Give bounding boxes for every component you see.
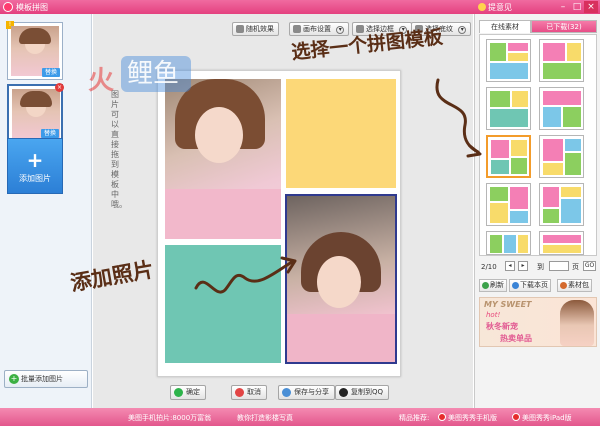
window-title: 模板拼图	[16, 3, 48, 12]
template-thumbnail[interactable]	[486, 231, 531, 255]
random-icon	[236, 25, 244, 33]
page-indicator: 2/10	[481, 263, 497, 271]
ok-label: 确定	[186, 388, 200, 396]
template-thumbnail[interactable]	[486, 183, 531, 226]
canvas-icon	[293, 25, 301, 33]
promo-headline: 秋冬新宠	[486, 322, 518, 331]
app-icon	[3, 2, 13, 12]
template-thumbnail[interactable]	[486, 87, 531, 130]
qq-icon	[339, 388, 348, 397]
save-icon	[282, 388, 291, 397]
download-page-label: 下载本页	[520, 281, 548, 289]
cancel-button[interactable]: 取消	[231, 385, 267, 400]
goto-suffix: 页	[572, 263, 579, 271]
download-icon	[512, 282, 519, 289]
batch-add-label: 批量添加图片	[21, 375, 63, 383]
check-icon	[174, 388, 183, 397]
status-bar: 美图手机拍片:8000万富翁 教你打造影楼写真 精品推荐: 美图秀秀手机版 美图…	[0, 408, 600, 426]
collage-cell-empty[interactable]	[165, 245, 281, 363]
material-pack-button[interactable]: 素材包	[557, 279, 592, 292]
template-thumbnail[interactable]	[539, 39, 584, 82]
status-promo-text[interactable]: 美图手机拍片:8000万富翁	[128, 413, 211, 423]
title-bar: 模板拼图 提意见 – □ ×	[0, 0, 600, 14]
save-share-label: 保存与分享	[294, 388, 329, 396]
watermark-logo-brand: 鲤鱼	[121, 56, 191, 92]
template-actions: 刷新 下载本页 素材包	[479, 279, 597, 293]
meitu-icon	[438, 413, 446, 421]
chevron-down-icon: ▾	[458, 26, 467, 34]
promo-hot-tag: hot!	[486, 311, 501, 319]
canvas-settings-label: 画布设置	[303, 25, 331, 33]
photo-face	[195, 107, 243, 163]
page-number-input[interactable]	[549, 261, 569, 271]
template-grid	[479, 34, 597, 256]
refresh-button[interactable]: 刷新	[479, 279, 507, 292]
cancel-label: 取消	[247, 388, 261, 396]
batch-add-photos-button[interactable]: + 批量添加图片	[4, 370, 88, 388]
random-effect-label: 随机效果	[246, 25, 274, 33]
copy-qq-label: 复制到QQ	[351, 388, 384, 396]
add-photo-label: 添加图片	[19, 174, 51, 183]
template-panel: 在线素材 已下载(32) 2/10 ◂ ▸ 到 页 GO 刷新 下载本页 素材包…	[474, 14, 600, 408]
template-thumbnail[interactable]	[486, 39, 531, 82]
link-mobile-version[interactable]: 美图秀秀手机版	[448, 413, 497, 423]
copy-to-qq-button[interactable]: 复制到QQ	[335, 385, 390, 400]
goto-prefix: 到	[537, 263, 544, 271]
minimize-button[interactable]: –	[556, 1, 570, 13]
collage-cell-empty[interactable]	[286, 79, 396, 188]
material-pack-icon	[560, 282, 567, 289]
feedback-icon[interactable]	[478, 3, 486, 11]
tab-downloaded[interactable]: 已下载(32)	[531, 20, 597, 33]
material-pack-label: 素材包	[568, 281, 589, 289]
remove-photo-icon[interactable]: ×	[55, 83, 64, 92]
refresh-icon	[482, 282, 489, 289]
template-thumbnail-selected[interactable]	[486, 135, 531, 178]
template-pager: 2/10 ◂ ▸ 到 页 GO	[479, 261, 597, 273]
collage-canvas[interactable]	[157, 70, 401, 377]
plus-icon: +	[26, 148, 44, 172]
promo-brand: MY SWEET	[484, 300, 532, 309]
download-page-button[interactable]: 下载本页	[509, 279, 551, 292]
go-button[interactable]: GO	[583, 261, 596, 271]
photo-list-panel: ! 替换 × 替换 + 添加图片 + 批量添加图片	[0, 14, 92, 408]
ok-button[interactable]: 确定	[170, 385, 206, 400]
template-thumbnail[interactable]	[539, 231, 584, 255]
status-recommend-label: 精品推荐:	[399, 414, 430, 422]
add-icon: +	[9, 374, 19, 384]
next-page-button[interactable]: ▸	[518, 261, 528, 271]
save-share-button[interactable]: 保存与分享	[278, 385, 335, 400]
replace-button[interactable]: 替换	[40, 129, 59, 138]
photo-shirt	[287, 314, 395, 362]
refresh-label: 刷新	[490, 281, 504, 289]
promo-banner[interactable]: MY SWEET hot! 秋冬新宠 热卖单品	[479, 297, 597, 347]
add-photo-button[interactable]: + 添加图片	[7, 138, 63, 194]
photo-thumbnail[interactable]: ! 替换	[6, 21, 63, 80]
photo-face	[317, 256, 361, 308]
feedback-link[interactable]: 提意见	[488, 2, 512, 13]
collage-cell-photo-selected[interactable]	[285, 194, 397, 364]
meitu-icon	[512, 413, 520, 421]
template-thumbnail[interactable]	[539, 183, 584, 226]
close-button[interactable]: ×	[584, 1, 598, 13]
cancel-icon	[235, 388, 244, 397]
status-promo-text-2[interactable]: 教你打造影楼写真	[237, 413, 293, 423]
photo-shirt	[165, 189, 281, 239]
photo-thumbnail-selected[interactable]: × 替换	[7, 83, 64, 142]
promo-model-image	[560, 300, 594, 346]
drag-hint-note: 图片可以直接拖到模板中哦。	[111, 90, 127, 209]
collage-cell-photo[interactable]	[165, 79, 281, 239]
maximize-button[interactable]: □	[570, 1, 584, 13]
tab-online-materials[interactable]: 在线素材	[479, 20, 531, 33]
random-effect-button[interactable]: 随机效果	[232, 22, 279, 36]
prev-page-button[interactable]: ◂	[505, 261, 515, 271]
link-ipad-version[interactable]: 美图秀秀iPad版	[522, 413, 572, 423]
template-thumbnail[interactable]	[539, 135, 584, 178]
replace-button[interactable]: 替换	[41, 68, 60, 77]
template-thumbnail[interactable]	[539, 87, 584, 130]
promo-subheadline: 热卖单品	[500, 334, 532, 343]
